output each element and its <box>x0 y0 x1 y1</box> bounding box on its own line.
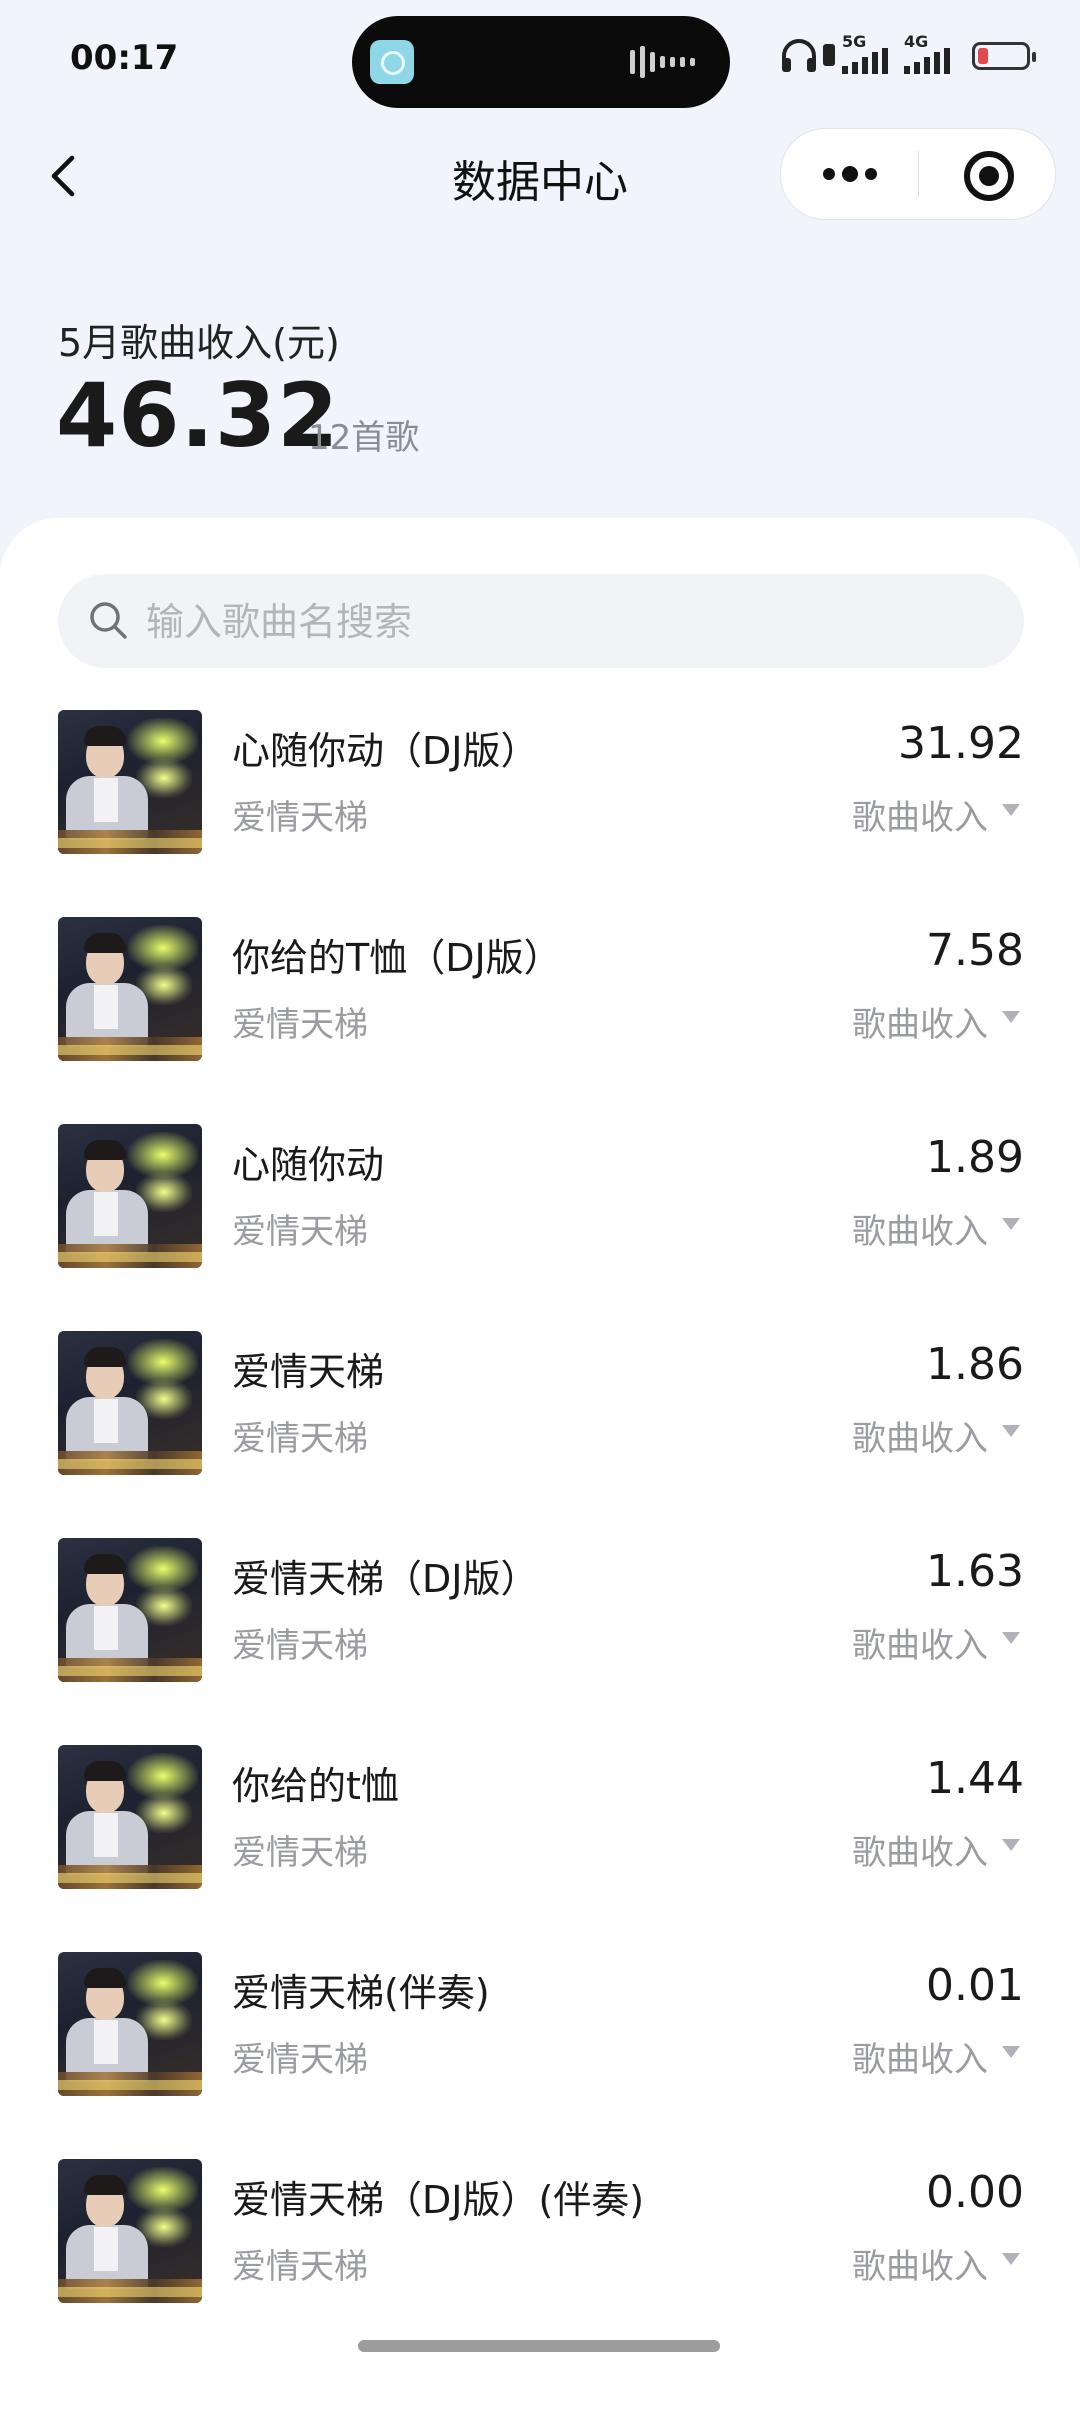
song-list-card: 心随你动（DJ版） 爱情天梯 31.92 歌曲收入 你给的T恤（DJ版） 爱情天… <box>0 518 1080 2418</box>
income-type-label: 歌曲收入 <box>852 1626 988 1666</box>
more-button[interactable] <box>781 129 918 219</box>
song-income-value: 1.63 <box>926 1546 1024 1597</box>
song-artist: 爱情天梯 <box>232 1005 368 1045</box>
song-income-value: 31.92 <box>898 718 1024 769</box>
song-row[interactable]: 心随你动 爱情天梯 1.89 歌曲收入 <box>0 1124 1080 1272</box>
album-cover <box>58 1538 202 1682</box>
song-title: 你给的T恤（DJ版） <box>232 936 562 980</box>
song-title: 爱情天梯(伴奏) <box>232 1971 490 2015</box>
album-cover <box>58 2159 202 2303</box>
income-type-label: 歌曲收入 <box>852 2247 988 2287</box>
song-artist: 爱情天梯 <box>232 1419 368 1459</box>
income-type-label: 歌曲收入 <box>852 1005 988 1045</box>
song-row[interactable]: 爱情天梯（DJ版）(伴奏) 爱情天梯 0.00 歌曲收入 <box>0 2159 1080 2307</box>
mini-program-capsule <box>780 128 1056 220</box>
song-income-value: 1.44 <box>926 1753 1024 1804</box>
search-input[interactable] <box>144 574 988 670</box>
triangle-down-icon <box>1002 1011 1020 1023</box>
app-icon <box>370 40 414 84</box>
income-type-dropdown[interactable]: 歌曲收入 <box>824 1618 1024 1666</box>
song-title: 心随你动 <box>232 1143 385 1187</box>
album-cover <box>58 710 202 854</box>
income-type-dropdown[interactable]: 歌曲收入 <box>824 2239 1024 2287</box>
income-type-label: 歌曲收入 <box>852 1419 988 1459</box>
audio-wave-icon <box>630 46 695 78</box>
signal-1-icon <box>842 48 888 74</box>
song-title: 心随你动（DJ版） <box>232 729 539 773</box>
income-label: 5月歌曲收入(元) <box>58 321 340 365</box>
status-bar: 00:17 5G 4G <box>0 0 1080 120</box>
song-artist: 爱情天梯 <box>232 1212 368 1252</box>
song-row[interactable]: 心随你动（DJ版） 爱情天梯 31.92 歌曲收入 <box>0 710 1080 858</box>
song-title: 爱情天梯 <box>232 1350 385 1394</box>
triangle-down-icon <box>1002 1425 1020 1437</box>
song-income-value: 0.01 <box>926 1960 1024 2011</box>
signal-2-icon <box>904 48 950 74</box>
status-time: 00:17 <box>70 38 179 78</box>
triangle-down-icon <box>1002 1632 1020 1644</box>
song-artist: 爱情天梯 <box>232 798 368 838</box>
song-income-value: 1.86 <box>926 1339 1024 1390</box>
triangle-down-icon <box>1002 2253 1020 2265</box>
income-type-label: 歌曲收入 <box>852 798 988 838</box>
nav-bar: 数据中心 <box>0 128 1080 220</box>
income-type-dropdown[interactable]: 歌曲收入 <box>824 1204 1024 1252</box>
income-type-dropdown[interactable]: 歌曲收入 <box>824 997 1024 1045</box>
album-cover <box>58 1124 202 1268</box>
song-row[interactable]: 爱情天梯（DJ版） 爱情天梯 1.63 歌曲收入 <box>0 1538 1080 1686</box>
song-row[interactable]: 爱情天梯(伴奏) 爱情天梯 0.01 歌曲收入 <box>0 1952 1080 2100</box>
search-icon <box>90 602 127 639</box>
song-artist: 爱情天梯 <box>232 1833 368 1873</box>
song-income-value: 7.58 <box>926 925 1024 976</box>
album-cover <box>58 1331 202 1475</box>
album-cover <box>58 1745 202 1889</box>
song-row[interactable]: 你给的T恤（DJ版） 爱情天梯 7.58 歌曲收入 <box>0 917 1080 1065</box>
album-cover <box>58 1952 202 2096</box>
income-type-label: 歌曲收入 <box>852 2040 988 2080</box>
home-indicator[interactable] <box>358 2340 720 2352</box>
triangle-down-icon <box>1002 1218 1020 1230</box>
song-artist: 爱情天梯 <box>232 2040 368 2080</box>
battery-icon <box>972 42 1036 70</box>
song-title: 你给的t恤 <box>232 1764 399 1808</box>
song-title: 爱情天梯（DJ版）(伴奏) <box>232 2178 645 2222</box>
status-icons: 5G 4G <box>780 32 1040 78</box>
song-income-value: 0.00 <box>926 2167 1024 2218</box>
triangle-down-icon <box>1002 1839 1020 1851</box>
close-button[interactable] <box>918 129 1055 219</box>
song-income-value: 1.89 <box>926 1132 1024 1183</box>
income-type-dropdown[interactable]: 歌曲收入 <box>824 2032 1024 2080</box>
dynamic-island[interactable] <box>352 16 730 108</box>
song-row[interactable]: 你给的t恤 爱情天梯 1.44 歌曲收入 <box>0 1745 1080 1893</box>
song-artist: 爱情天梯 <box>232 1626 368 1666</box>
income-type-dropdown[interactable]: 歌曲收入 <box>824 1825 1024 1873</box>
triangle-down-icon <box>1002 2046 1020 2058</box>
income-type-dropdown[interactable]: 歌曲收入 <box>824 790 1024 838</box>
song-count: 12首歌 <box>308 418 420 458</box>
income-amount: 46.32 <box>56 364 340 467</box>
song-artist: 爱情天梯 <box>232 2247 368 2287</box>
triangle-down-icon <box>1002 804 1020 816</box>
target-close-icon <box>964 151 1014 201</box>
watch-icon <box>823 44 835 66</box>
headphones-icon <box>782 39 816 72</box>
more-dots-icon <box>823 166 877 182</box>
battery-level <box>978 48 988 64</box>
income-type-label: 歌曲收入 <box>852 1212 988 1252</box>
song-title: 爱情天梯（DJ版） <box>232 1557 539 1601</box>
income-type-label: 歌曲收入 <box>852 1833 988 1873</box>
search-bar[interactable] <box>58 574 1024 670</box>
song-row[interactable]: 爱情天梯 爱情天梯 1.86 歌曲收入 <box>0 1331 1080 1479</box>
album-cover <box>58 917 202 1061</box>
income-type-dropdown[interactable]: 歌曲收入 <box>824 1411 1024 1459</box>
